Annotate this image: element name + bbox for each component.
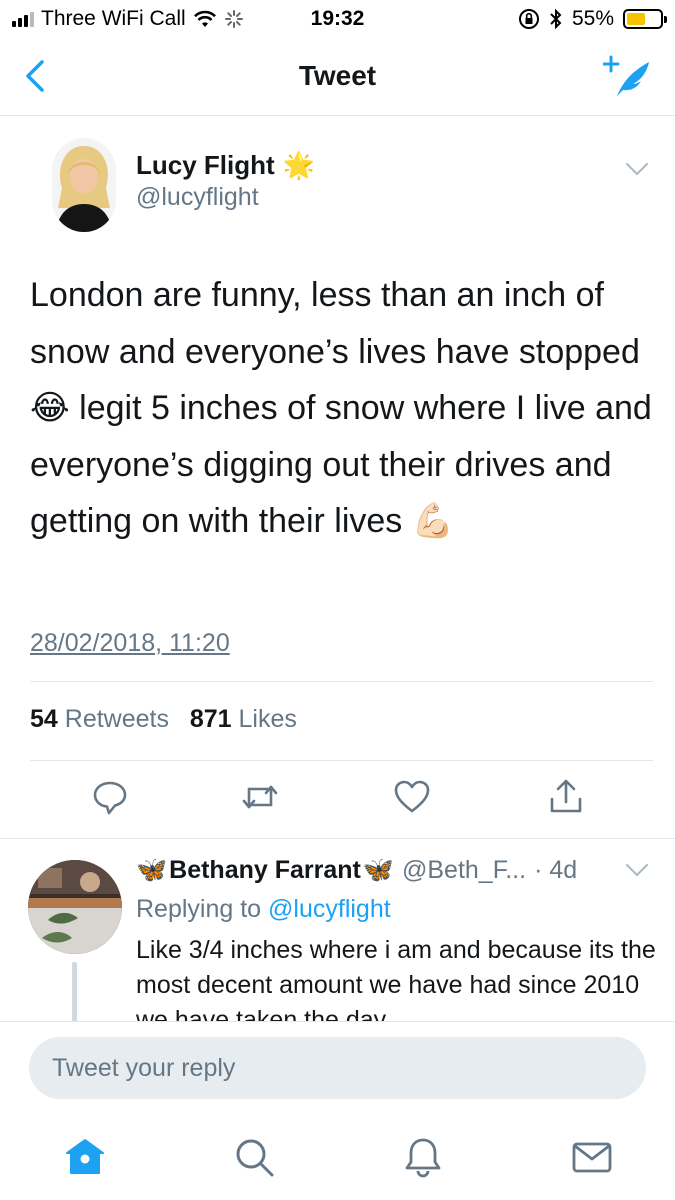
author-handle[interactable]: @lucyflight xyxy=(136,183,259,212)
compose-tweet-icon[interactable] xyxy=(603,54,653,100)
navigation-bar: Tweet xyxy=(0,40,675,116)
page-title: Tweet xyxy=(298,60,377,91)
author-name[interactable]: Lucy Flight 🌟 xyxy=(136,150,315,181)
search-icon[interactable] xyxy=(232,1135,276,1179)
chevron-down-icon[interactable] xyxy=(625,161,649,177)
battery-percent: 55% xyxy=(571,7,614,30)
likes-count[interactable]: 871 xyxy=(190,705,232,733)
reply-age: · 4d xyxy=(534,856,578,884)
reply-header: 🦋 Bethany Farrant 🦋 @Beth_F... · 4d xyxy=(136,856,577,885)
reply-avatar[interactable] xyxy=(28,860,122,954)
battery-level xyxy=(627,13,645,25)
reply-author-name[interactable]: Bethany Farrant xyxy=(169,856,361,885)
avatar[interactable] xyxy=(52,138,116,232)
author-name-text: Lucy Flight xyxy=(136,150,275,180)
messages-icon[interactable] xyxy=(570,1135,614,1179)
butterfly-emoji: 🦋 xyxy=(362,856,394,884)
status-right: 55% xyxy=(518,7,667,31)
bluetooth-icon xyxy=(550,8,562,30)
reply-icon[interactable] xyxy=(90,777,130,817)
divider xyxy=(30,681,653,682)
tweet-actions xyxy=(0,777,675,837)
author-badge-emoji: 🌟 xyxy=(282,150,316,180)
orientation-lock-icon xyxy=(518,9,539,29)
replying-to: Replying to @lucyflight xyxy=(136,895,391,924)
divider xyxy=(30,760,653,761)
tab-bar xyxy=(0,1111,675,1200)
home-icon[interactable] xyxy=(63,1135,107,1179)
tweet-text: London are funny, less than an inch of s… xyxy=(30,276,652,540)
avatar-photo xyxy=(52,138,116,232)
reply-avatar-photo xyxy=(28,860,122,954)
reply-author-handle[interactable]: @Beth_F... xyxy=(402,856,526,885)
chevron-down-icon[interactable] xyxy=(625,862,649,878)
status-bar: Three WiFi Call 19:32 55% xyxy=(0,0,675,40)
replying-label: Replying to xyxy=(136,895,262,923)
retweet-icon[interactable] xyxy=(240,777,280,817)
likes-label[interactable]: Likes xyxy=(239,705,297,733)
reply-bar xyxy=(0,1021,675,1111)
retweets-label[interactable]: Retweets xyxy=(65,705,169,733)
divider xyxy=(0,838,675,839)
share-icon[interactable] xyxy=(546,777,586,817)
reply-text: Like 3/4 inches where i am and because i… xyxy=(136,936,656,1021)
like-icon[interactable] xyxy=(392,777,432,817)
tweet-stats: 54 Retweets 871 Likes xyxy=(30,705,297,734)
tweet-timestamp[interactable]: 28/02/2018, 11:20 xyxy=(30,629,230,658)
battery-icon xyxy=(623,9,667,29)
butterfly-emoji: 🦋 xyxy=(136,856,168,884)
notifications-icon[interactable] xyxy=(401,1135,445,1179)
thread-line xyxy=(72,962,77,1022)
replying-handle-link[interactable]: @lucyflight xyxy=(268,895,391,923)
reply-input[interactable] xyxy=(29,1037,646,1099)
retweets-count[interactable]: 54 xyxy=(30,705,58,733)
